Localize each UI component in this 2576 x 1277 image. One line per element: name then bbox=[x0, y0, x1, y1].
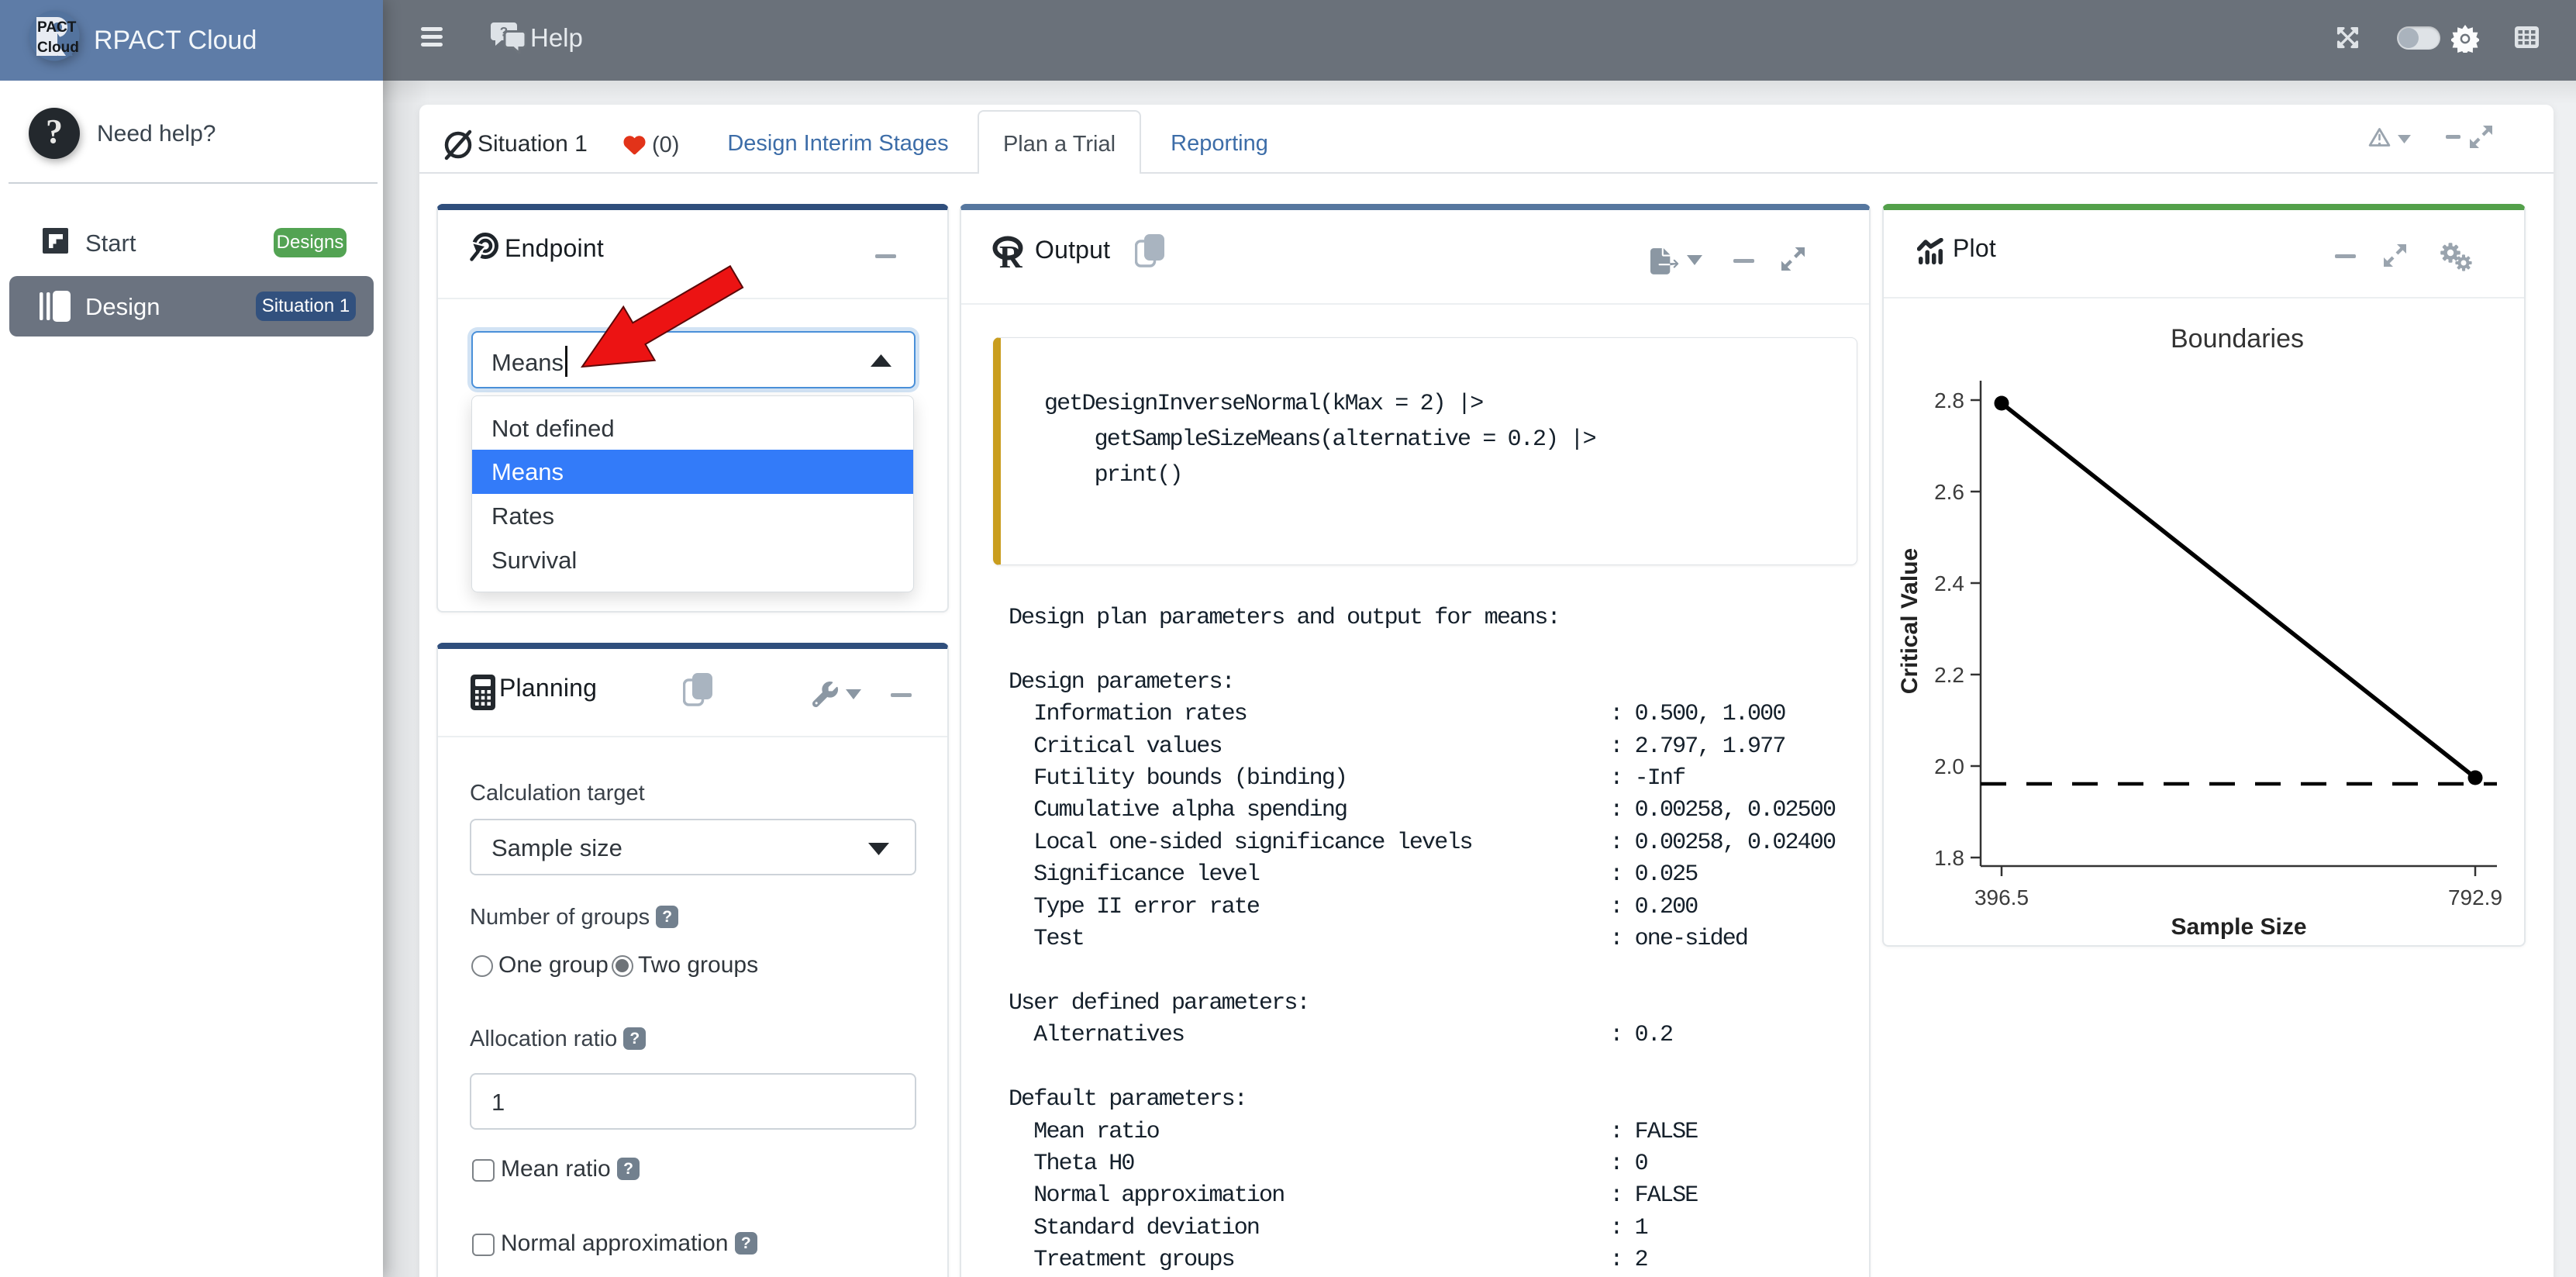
svg-text:R: R bbox=[999, 239, 1022, 269]
svg-text:2.0: 2.0 bbox=[1934, 754, 1964, 778]
svg-text:1.8: 1.8 bbox=[1934, 846, 1964, 870]
svg-text:Sample Size: Sample Size bbox=[2171, 914, 2306, 940]
svg-text:2.2: 2.2 bbox=[1934, 663, 1964, 687]
svg-text:Boundaries: Boundaries bbox=[2171, 324, 2304, 354]
svg-text:PACT: PACT bbox=[37, 19, 77, 36]
svg-text:396.5: 396.5 bbox=[1974, 885, 2029, 909]
svg-text:?: ? bbox=[46, 112, 63, 150]
svg-text:2.8: 2.8 bbox=[1934, 388, 1964, 412]
svg-text:792.9: 792.9 bbox=[2448, 885, 2502, 909]
svg-text:Cloud: Cloud bbox=[37, 40, 79, 56]
svg-text:2.4: 2.4 bbox=[1934, 571, 1964, 595]
svg-text:2.6: 2.6 bbox=[1934, 480, 1964, 504]
svg-text:Critical Value: Critical Value bbox=[1897, 548, 1923, 694]
